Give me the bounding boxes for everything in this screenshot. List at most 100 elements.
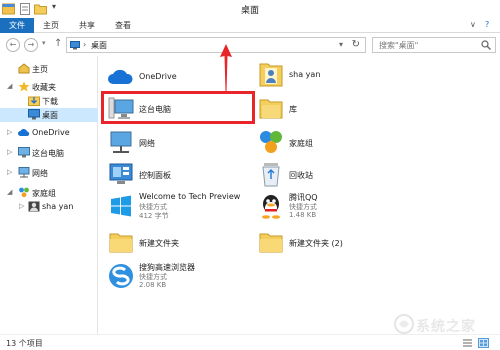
address-bar[interactable]: › 桌面 ▾ ↻ bbox=[66, 37, 366, 53]
up-button[interactable]: ↑ bbox=[54, 38, 62, 49]
expand-arrow-icon[interactable]: ▷ bbox=[7, 128, 12, 136]
details-view-icon[interactable] bbox=[462, 338, 473, 348]
recent-locations-icon[interactable]: ▾ bbox=[42, 39, 46, 47]
file-size: 412 字节 bbox=[139, 212, 169, 220]
address-row: ← → ▾ ↑ › 桌面 ▾ ↻ 搜索"桌面" bbox=[0, 34, 500, 56]
file-name: 回收站 bbox=[289, 171, 313, 180]
nav-item-this-pc[interactable]: ▷ 这台电脑 bbox=[0, 146, 98, 160]
file-name: 网络 bbox=[139, 139, 155, 148]
title-bar: ▾ 桌面 bbox=[0, 0, 500, 18]
nav-item-onedrive[interactable]: ▷ OneDrive bbox=[0, 126, 98, 140]
file-name: OneDrive bbox=[139, 72, 177, 81]
nav-item-label: 下载 bbox=[42, 97, 58, 106]
file-item-sogou-browser[interactable]: 搜狗高速浏览器 快捷方式 2.08 KB bbox=[107, 262, 257, 292]
recycle-bin-icon bbox=[262, 163, 280, 187]
breadcrumb-separator[interactable]: › bbox=[83, 40, 86, 49]
nav-item-favorites[interactable]: ◢ 收藏夹 bbox=[0, 80, 98, 94]
nav-item-homegroup[interactable]: ◢ 家庭组 bbox=[0, 186, 98, 200]
file-item-tencent-qq[interactable]: 腾讯QQ 快捷方式 1.48 KB bbox=[257, 192, 407, 222]
user-icon bbox=[28, 201, 40, 212]
homegroup-icon bbox=[260, 131, 282, 153]
user-folder-icon bbox=[259, 63, 283, 87]
breadcrumb-desktop[interactable]: 桌面 bbox=[91, 40, 107, 51]
file-item-recycle-bin[interactable]: 回收站 bbox=[257, 160, 407, 190]
nav-item-label: 收藏夹 bbox=[32, 83, 56, 92]
ribbon: 文件 主页 共享 查看 ∨ ? bbox=[0, 18, 500, 33]
back-button[interactable]: ← bbox=[6, 38, 20, 52]
home-icon bbox=[18, 63, 30, 74]
tab-file[interactable]: 文件 bbox=[0, 18, 34, 33]
search-icon[interactable] bbox=[481, 40, 491, 50]
network-icon bbox=[18, 167, 30, 178]
watermark-logo-icon bbox=[394, 314, 414, 334]
collapse-arrow-icon[interactable]: ◢ bbox=[7, 82, 12, 90]
window-title: 桌面 bbox=[240, 6, 259, 16]
tab-view[interactable]: 查看 bbox=[108, 18, 138, 33]
address-dropdown-icon[interactable]: ▾ bbox=[339, 40, 343, 49]
file-item-onedrive[interactable]: OneDrive bbox=[107, 62, 257, 92]
file-item-library[interactable]: 库 bbox=[257, 94, 407, 124]
file-name: Welcome to Tech Preview bbox=[139, 192, 241, 201]
nav-item-label: 桌面 bbox=[42, 111, 58, 120]
expand-arrow-icon[interactable]: ▷ bbox=[19, 202, 24, 210]
nav-item-downloads[interactable]: 下载 bbox=[0, 94, 98, 108]
file-name: 库 bbox=[289, 105, 297, 114]
navigation-pane: 主页 ◢ 收藏夹 下载 桌面 ▷ OneDrive ▷ 这台电脑 ▷ 网络 ◢ … bbox=[0, 56, 98, 334]
network-icon bbox=[110, 131, 132, 153]
desktop-icon bbox=[28, 109, 40, 120]
nav-item-label: 这台电脑 bbox=[32, 149, 64, 158]
watermark: 系统之家 bbox=[390, 312, 498, 338]
search-input[interactable]: 搜索"桌面" bbox=[372, 37, 496, 53]
collapse-arrow-icon[interactable]: ◢ bbox=[7, 188, 12, 196]
highlight-box bbox=[101, 91, 255, 124]
expand-ribbon-icon[interactable]: ∨ bbox=[470, 20, 476, 29]
file-size: 2.08 KB bbox=[139, 281, 167, 289]
nav-item-label: sha yan bbox=[42, 202, 74, 211]
tab-share[interactable]: 共享 bbox=[72, 18, 102, 33]
cloud-icon bbox=[108, 69, 133, 84]
homegroup-icon bbox=[19, 187, 29, 198]
sogou-browser-icon bbox=[109, 264, 133, 288]
file-item-new-folder-2[interactable]: 新建文件夹 (2) bbox=[257, 228, 407, 258]
desktop-icon bbox=[70, 41, 80, 50]
expand-arrow-icon[interactable]: ▷ bbox=[7, 168, 12, 176]
file-name: 新建文件夹 bbox=[139, 239, 179, 248]
refresh-icon[interactable]: ↻ bbox=[352, 39, 360, 50]
file-name: sha yan bbox=[289, 70, 321, 79]
file-item-welcome-tech-preview[interactable]: Welcome to Tech Preview 快捷方式 412 字节 bbox=[107, 192, 257, 222]
help-icon[interactable]: ? bbox=[485, 20, 489, 29]
computer-icon bbox=[18, 147, 30, 158]
library-icon bbox=[259, 99, 283, 119]
control-panel-icon bbox=[109, 163, 133, 184]
file-item-network[interactable]: 网络 bbox=[107, 128, 257, 158]
nav-item-desktop[interactable]: 桌面 bbox=[0, 108, 98, 122]
nav-item-label: 家庭组 bbox=[32, 189, 56, 198]
nav-item-network[interactable]: ▷ 网络 bbox=[0, 166, 98, 180]
large-icons-view-icon[interactable] bbox=[478, 338, 489, 348]
folder-icon bbox=[109, 233, 133, 253]
file-size: 1.48 KB bbox=[289, 211, 317, 219]
file-item-homegroup[interactable]: 家庭组 bbox=[257, 128, 407, 158]
windows-logo-icon bbox=[111, 195, 131, 217]
forward-button[interactable]: → bbox=[24, 38, 38, 52]
folder-icon bbox=[259, 233, 283, 253]
qq-icon bbox=[262, 195, 280, 219]
file-name: 家庭组 bbox=[289, 139, 313, 148]
nav-item-label: OneDrive bbox=[32, 128, 70, 137]
nav-item-sha-yan[interactable]: ▷ sha yan bbox=[0, 200, 98, 214]
download-icon bbox=[28, 96, 40, 106]
file-item-control-panel[interactable]: 控制面板 bbox=[107, 160, 257, 190]
star-icon bbox=[18, 81, 30, 92]
file-item-new-folder[interactable]: 新建文件夹 bbox=[107, 228, 257, 258]
nav-item-label: 主页 bbox=[32, 65, 48, 74]
item-count: 13 个项目 bbox=[6, 339, 43, 348]
cloud-icon bbox=[18, 129, 30, 136]
watermark-text: 系统之家 bbox=[416, 319, 476, 335]
nav-item-home[interactable]: 主页 bbox=[0, 62, 98, 76]
expand-arrow-icon[interactable]: ▷ bbox=[7, 148, 12, 156]
search-placeholder: 搜索"桌面" bbox=[379, 41, 419, 50]
arrow-icon bbox=[220, 44, 232, 92]
nav-item-label: 网络 bbox=[32, 169, 48, 178]
file-item-sha-yan[interactable]: sha yan bbox=[257, 60, 407, 90]
tab-home[interactable]: 主页 bbox=[36, 18, 66, 33]
